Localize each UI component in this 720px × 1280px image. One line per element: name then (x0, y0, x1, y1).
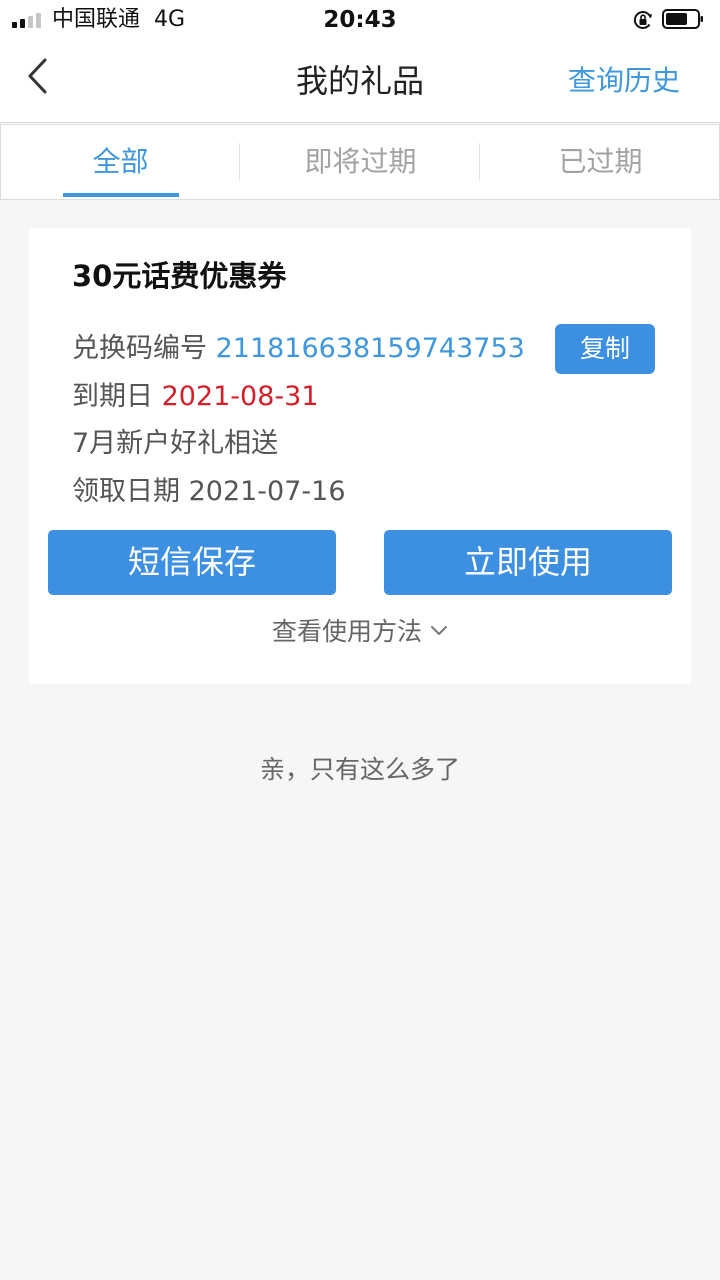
status-bar: 中国联通 4G 20:43 (0, 0, 720, 40)
expiry-label: 到期日 (72, 381, 153, 412)
coupon-card: 30元话费优惠券 兑换码编号 211816638159743753 复制 到期日… (29, 228, 691, 684)
promo-text: 7月新户好礼相送 (72, 428, 279, 459)
copy-button[interactable]: 复制 (555, 324, 655, 374)
received-label: 领取日期 (72, 476, 180, 507)
nav-bar: 我的礼品 查询历史 (0, 40, 720, 123)
redeem-code-label: 兑换码编号 (72, 333, 207, 364)
orientation-lock-icon (633, 11, 652, 29)
active-tab-indicator (63, 193, 179, 197)
chevron-down-icon (431, 626, 447, 635)
tab-expired[interactable]: 已过期 (481, 125, 720, 199)
tab-expiring-soon[interactable]: 即将过期 (241, 125, 480, 199)
tab-all[interactable]: 全部 (1, 125, 240, 199)
tab-bar: 全部 即将过期 已过期 (0, 124, 720, 200)
tab-divider (239, 143, 240, 181)
tab-divider (479, 143, 480, 181)
sms-save-button[interactable]: 短信保存 (48, 530, 336, 595)
battery-icon (662, 9, 703, 29)
received-date: 2021-07-16 (188, 476, 346, 507)
expiry-date: 2021-08-31 (161, 381, 319, 412)
usage-instructions-toggle[interactable]: 查看使用方法 (29, 614, 691, 650)
end-of-list-text: 亲，只有这么多了 (259, 755, 460, 784)
received-row: 领取日期 2021-07-16 (72, 473, 346, 511)
usage-instructions-label: 查看使用方法 (271, 617, 422, 646)
redeem-code-value: 211816638159743753 (215, 333, 525, 364)
history-link[interactable]: 查询历史 (568, 62, 680, 100)
coupon-title: 30元话费优惠券 (72, 259, 287, 293)
expiry-row: 到期日 2021-08-31 (72, 378, 319, 416)
redeem-code-row: 兑换码编号 211816638159743753 (72, 330, 525, 368)
status-time: 20:43 (323, 7, 397, 33)
use-now-button[interactable]: 立即使用 (384, 530, 672, 595)
